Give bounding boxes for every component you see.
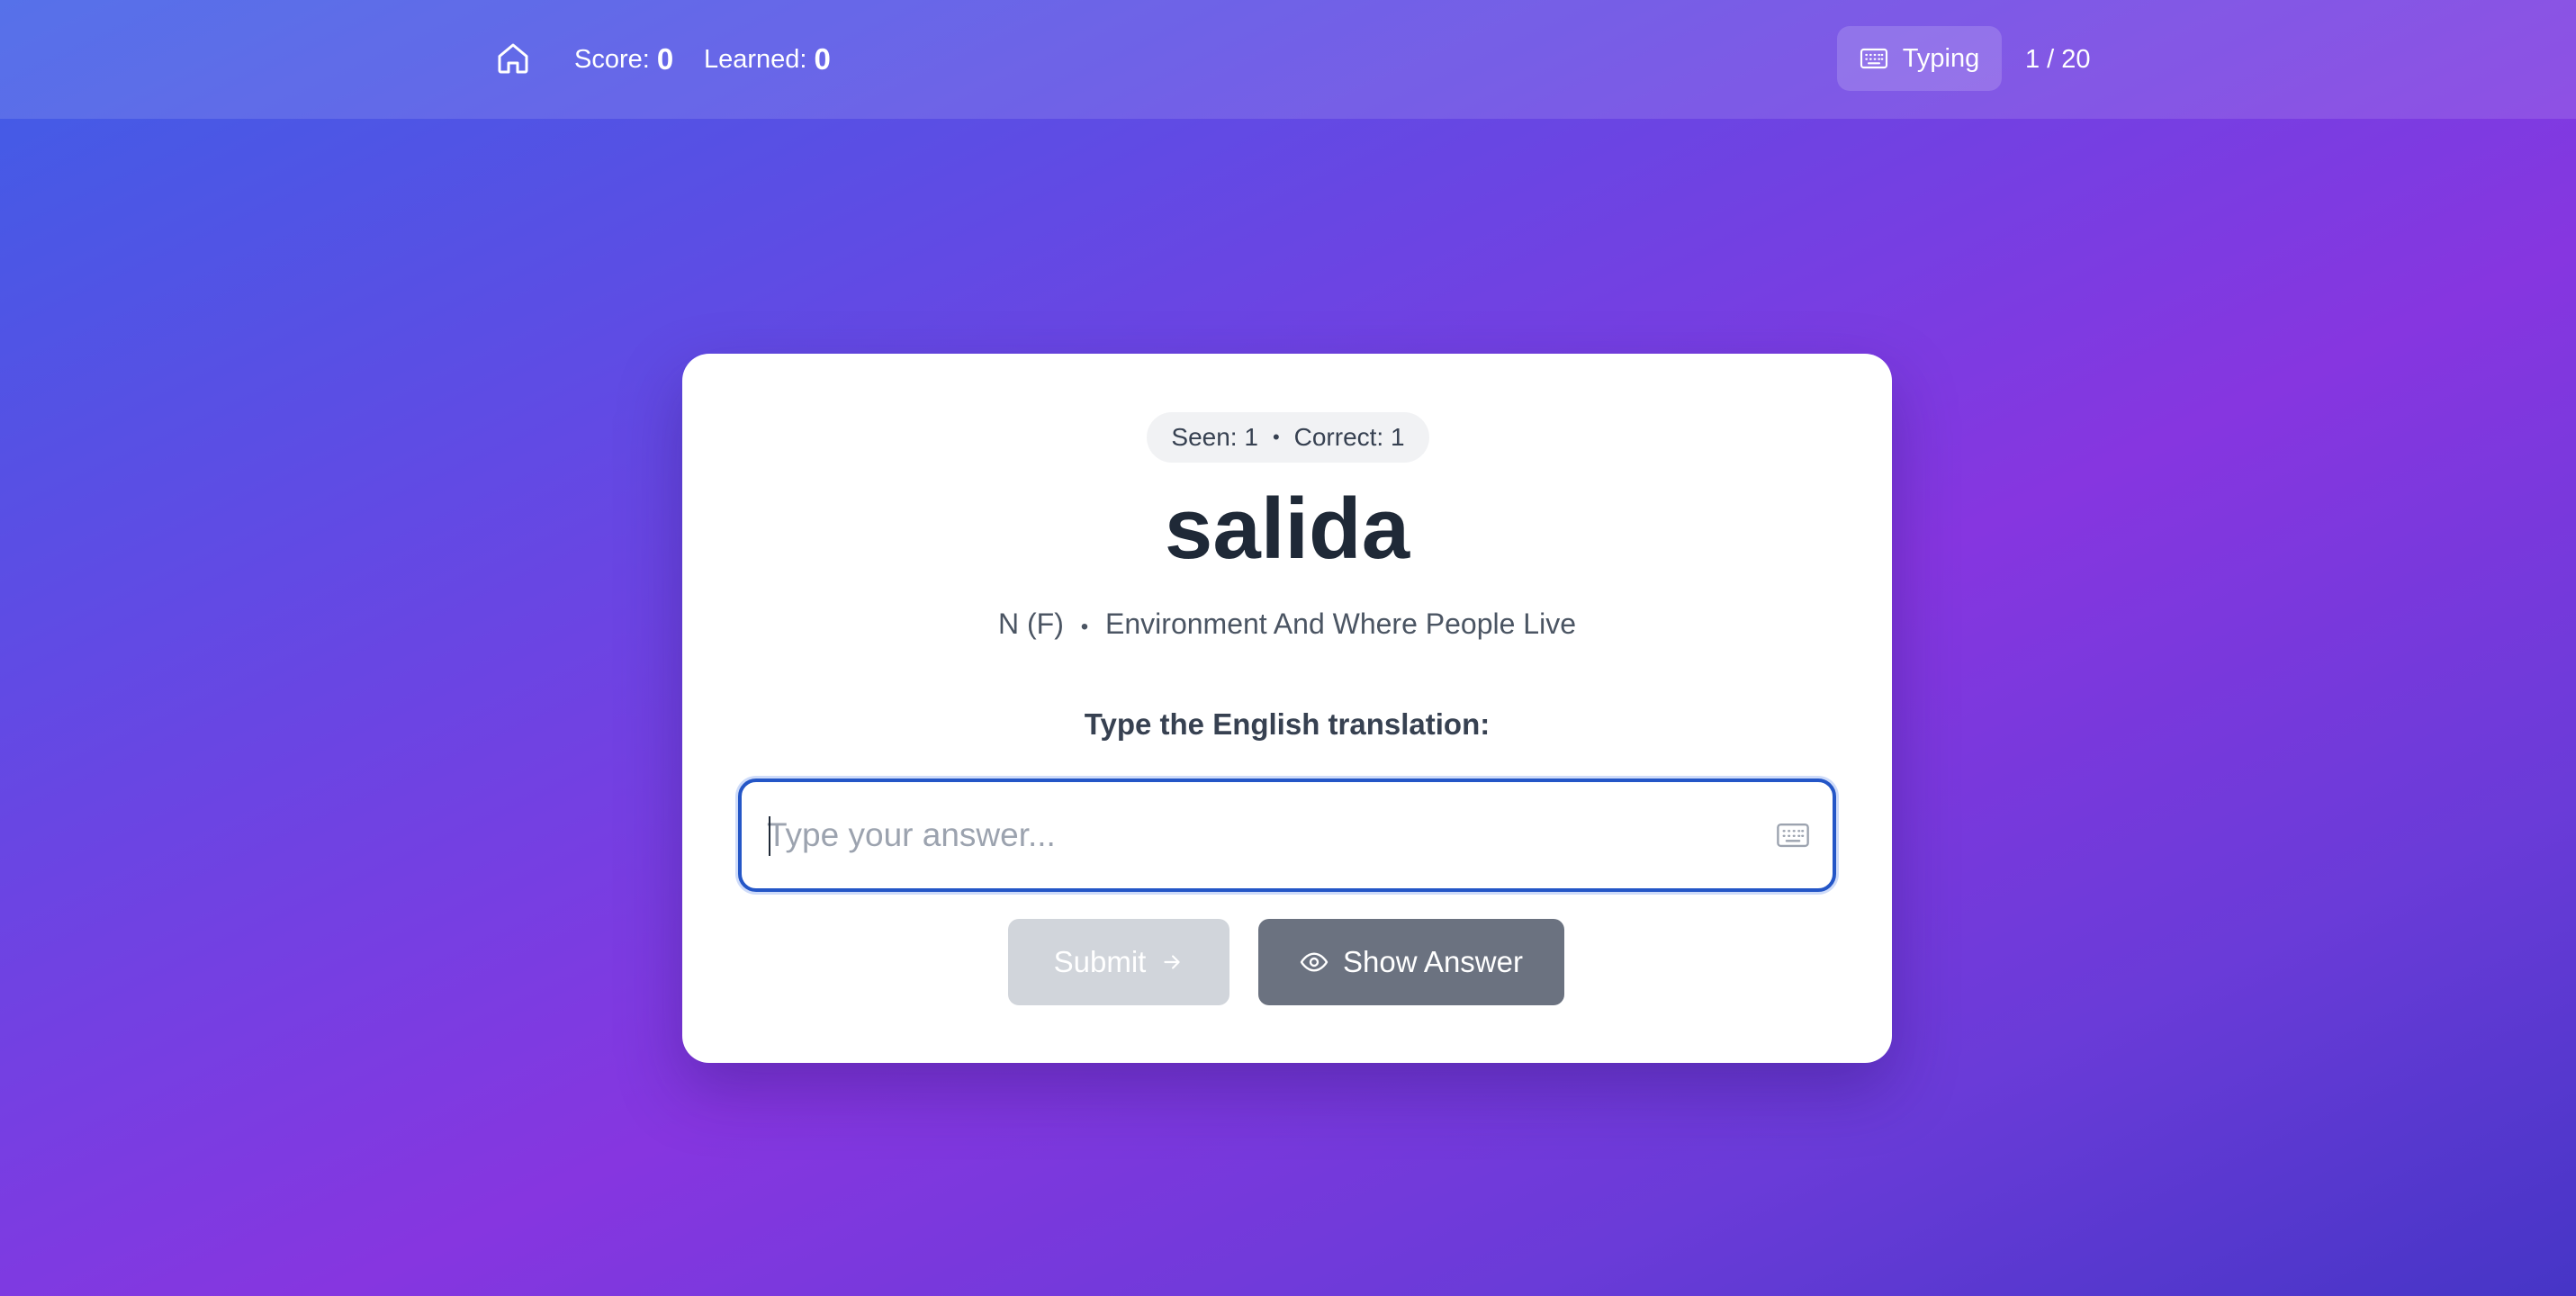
submit-label: Submit — [1053, 945, 1147, 978]
score-value: 0 — [656, 42, 674, 76]
word-meta: N (F) • Environment And Where People Liv… — [682, 606, 1892, 645]
part-of-speech: N (F) — [997, 608, 1064, 640]
typing-mode-button[interactable]: Typing — [1837, 26, 2002, 91]
home-button[interactable] — [491, 36, 536, 81]
question-progress: 1 / 20 — [2025, 44, 2091, 74]
learned-label: Learned: — [704, 44, 807, 74]
eye-icon — [1300, 952, 1329, 972]
stats-pill: Seen: 1 • Correct: 1 — [1147, 412, 1429, 463]
correct-count: Correct: 1 — [1293, 423, 1405, 451]
keyboard-icon — [1860, 48, 1887, 69]
home-icon — [498, 43, 528, 74]
vocab-word: salida — [1164, 481, 1410, 577]
show-answer-label: Show Answer — [1343, 945, 1523, 978]
show-answer-button[interactable]: Show Answer — [1258, 919, 1564, 1005]
input-keyboard-button — [1773, 817, 1813, 853]
answer-input[interactable] — [767, 782, 1739, 888]
typing-mode-label: Typing — [1902, 43, 1980, 73]
answer-field-wrapper — [738, 778, 1836, 892]
text-caret — [769, 816, 770, 856]
seen-count: Seen: 1 — [1171, 423, 1258, 451]
score-label: Score: — [574, 44, 650, 74]
pill-separator: • — [1272, 426, 1280, 448]
word-category: Environment And Where People Live — [1105, 608, 1576, 640]
learned-value: 0 — [814, 42, 831, 76]
flashcard: Seen: 1 • Correct: 1 salida N (F) • Envi… — [682, 354, 1892, 1063]
top-bar: Score: 0 Learned: 0 Typing 1 / 20 — [0, 0, 2576, 119]
submit-button[interactable]: Submit — [1008, 919, 1229, 1005]
arrow-right-icon — [1164, 955, 1181, 969]
learned-stat: Learned: 0 — [704, 40, 831, 79]
meta-separator: • — [1080, 615, 1089, 639]
keyboard-icon — [1777, 823, 1809, 848]
translation-prompt: Type the English translation: — [1084, 707, 1491, 741]
score-stat: Score: 0 — [574, 40, 673, 79]
